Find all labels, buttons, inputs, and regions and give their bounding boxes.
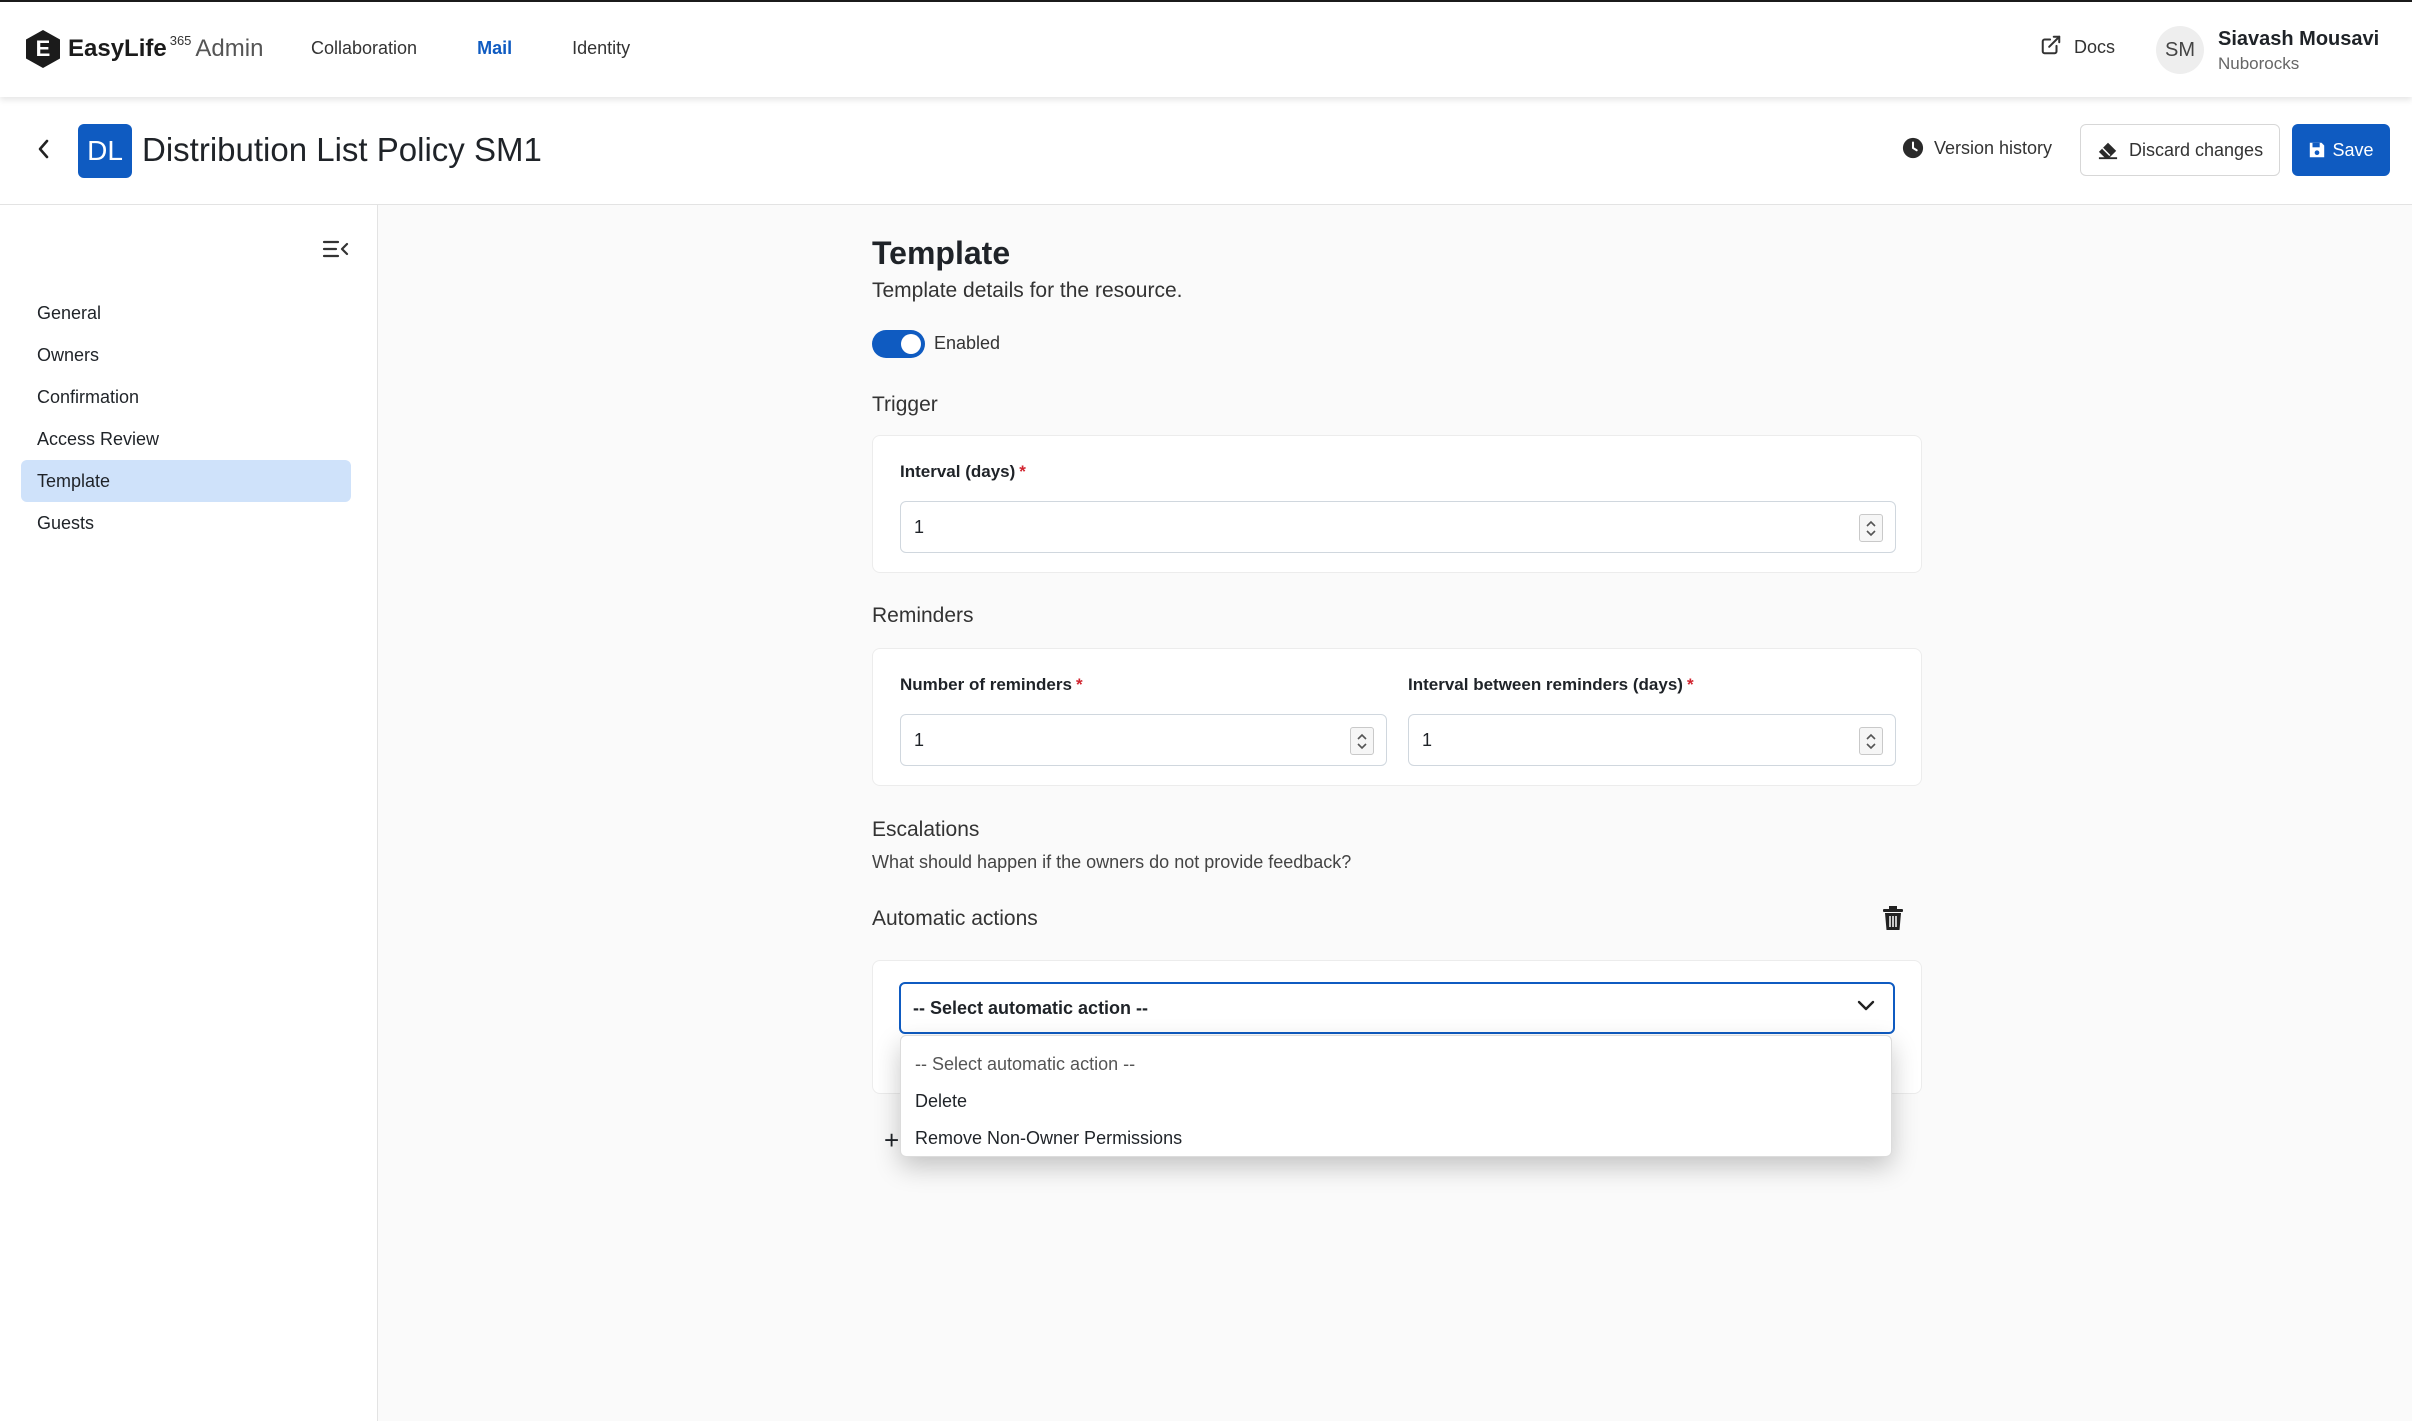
- discard-changes-button[interactable]: Discard changes: [2080, 124, 2281, 176]
- nav-identity[interactable]: Identity: [572, 38, 630, 59]
- page-header: DL Distribution List Policy SM1 Version …: [0, 97, 2412, 205]
- external-link-icon: [2040, 34, 2062, 61]
- trash-icon: [1883, 906, 1903, 930]
- dropdown-option-delete[interactable]: Delete: [901, 1083, 1891, 1120]
- version-history-label: Version history: [1934, 137, 2053, 158]
- floppy-disk-icon: [2310, 142, 2325, 158]
- docs-label: Docs: [2074, 37, 2116, 57]
- reminder-interval-label-text: Interval between reminders (days): [1408, 675, 1683, 694]
- number-of-reminders-stepper[interactable]: [1350, 727, 1374, 755]
- user-organization: Nuborocks: [2218, 54, 2300, 73]
- dropdown-option-placeholder[interactable]: -- Select automatic action --: [901, 1046, 1891, 1083]
- clock-icon: [1902, 137, 1924, 159]
- interval-days-label-text: Interval (days): [900, 462, 1016, 481]
- dropdown-option-remove-non-owner-permissions[interactable]: Remove Non-Owner Permissions: [901, 1120, 1891, 1157]
- reminder-interval-stepper[interactable]: [1859, 727, 1883, 755]
- logo-mark: E: [26, 30, 60, 68]
- sidebar-nav: General Owners Confirmation Access Revie…: [21, 292, 351, 544]
- automatic-action-select[interactable]: -- Select automatic action --: [899, 982, 1895, 1034]
- trigger-card: Interval (days) * 1: [872, 435, 1922, 573]
- resource-type-badge: DL: [78, 124, 132, 178]
- eraser-icon: [2098, 142, 2118, 160]
- sidebar-item-access-review[interactable]: Access Review: [21, 418, 351, 460]
- chevron-up-icon: [1866, 733, 1876, 740]
- sidebar-item-general[interactable]: General: [21, 292, 351, 334]
- save-label: Save: [2332, 139, 2374, 160]
- version-history-button[interactable]: Version history: [1902, 137, 2052, 159]
- sidebar-item-owners[interactable]: Owners: [21, 334, 351, 376]
- top-bar: E EasyLife 365 Admin Collaboration Mail …: [0, 0, 2412, 97]
- chevron-up-icon: [1357, 733, 1367, 740]
- interval-days-input[interactable]: 1: [900, 501, 1896, 553]
- collapse-sidebar-button[interactable]: [320, 235, 352, 263]
- automatic-action-dropdown: -- Select automatic action -- Delete Rem…: [900, 1035, 1892, 1157]
- escalations-description: What should happen if the owners do not …: [872, 852, 1352, 872]
- top-navigation: Collaboration Mail Identity: [311, 38, 630, 59]
- section-subtitle: Template details for the resource.: [872, 279, 1183, 302]
- section-sidebar: General Owners Confirmation Access Revie…: [0, 205, 378, 1421]
- enabled-toggle-label: Enabled: [934, 333, 1001, 353]
- sidebar-item-template[interactable]: Template: [21, 460, 351, 502]
- interval-days-value: 1: [914, 516, 925, 537]
- page-title: Distribution List Policy SM1: [142, 131, 542, 168]
- nav-collaboration[interactable]: Collaboration: [311, 38, 417, 59]
- escalations-heading: Escalations: [872, 818, 980, 841]
- delete-escalation-button[interactable]: [1882, 905, 1906, 933]
- interval-days-label: Interval (days) *: [900, 462, 1026, 482]
- interval-days-stepper[interactable]: [1859, 514, 1883, 542]
- chevron-down-icon: [1866, 742, 1876, 749]
- brand-suffix: Admin: [195, 35, 264, 62]
- number-of-reminders-input[interactable]: 1: [900, 714, 1387, 766]
- enabled-toggle[interactable]: [872, 330, 925, 358]
- brand-name: EasyLife: [68, 35, 167, 62]
- user-name: Siavash Mousavi: [2218, 28, 2380, 50]
- chevron-left-icon: [38, 139, 49, 159]
- required-marker: *: [1686, 675, 1694, 694]
- avatar[interactable]: SM: [2156, 26, 2204, 74]
- brand-superscript: 365: [169, 32, 192, 48]
- discard-changes-label: Discard changes: [2129, 139, 2264, 160]
- app-logo[interactable]: E EasyLife 365 Admin: [26, 30, 263, 68]
- save-button[interactable]: Save: [2292, 124, 2390, 176]
- number-of-reminders-label-text: Number of reminders: [900, 675, 1072, 694]
- collapse-menu-icon: [322, 240, 349, 258]
- chevron-up-icon: [1866, 520, 1876, 527]
- chevron-down-icon: [1857, 1000, 1875, 1011]
- chevron-down-icon: [1357, 742, 1367, 749]
- chevron-down-icon: [1866, 529, 1876, 536]
- back-button[interactable]: [28, 133, 60, 165]
- sidebar-item-confirmation[interactable]: Confirmation: [21, 376, 351, 418]
- number-of-reminders-value: 1: [914, 729, 925, 750]
- add-action-button[interactable]: +: [884, 1125, 899, 1156]
- automatic-actions-heading: Automatic actions: [872, 907, 1038, 930]
- number-of-reminders-label: Number of reminders *: [900, 675, 1083, 695]
- required-marker: *: [1075, 675, 1083, 694]
- reminder-interval-value: 1: [1422, 729, 1433, 750]
- docs-link[interactable]: Docs: [2040, 34, 2115, 61]
- reminders-card: Number of reminders * 1 Interval between …: [872, 648, 1922, 786]
- automatic-action-selected-value: -- Select automatic action --: [913, 997, 1149, 1018]
- reminder-interval-label: Interval between reminders (days) *: [1408, 675, 1694, 695]
- reminders-heading: Reminders: [872, 604, 974, 627]
- required-marker: *: [1019, 462, 1026, 481]
- section-title: Template: [872, 235, 1011, 271]
- reminder-interval-input[interactable]: 1: [1408, 714, 1896, 766]
- sidebar-item-guests[interactable]: Guests: [21, 502, 351, 544]
- nav-mail[interactable]: Mail: [477, 38, 512, 59]
- trigger-heading: Trigger: [872, 393, 938, 416]
